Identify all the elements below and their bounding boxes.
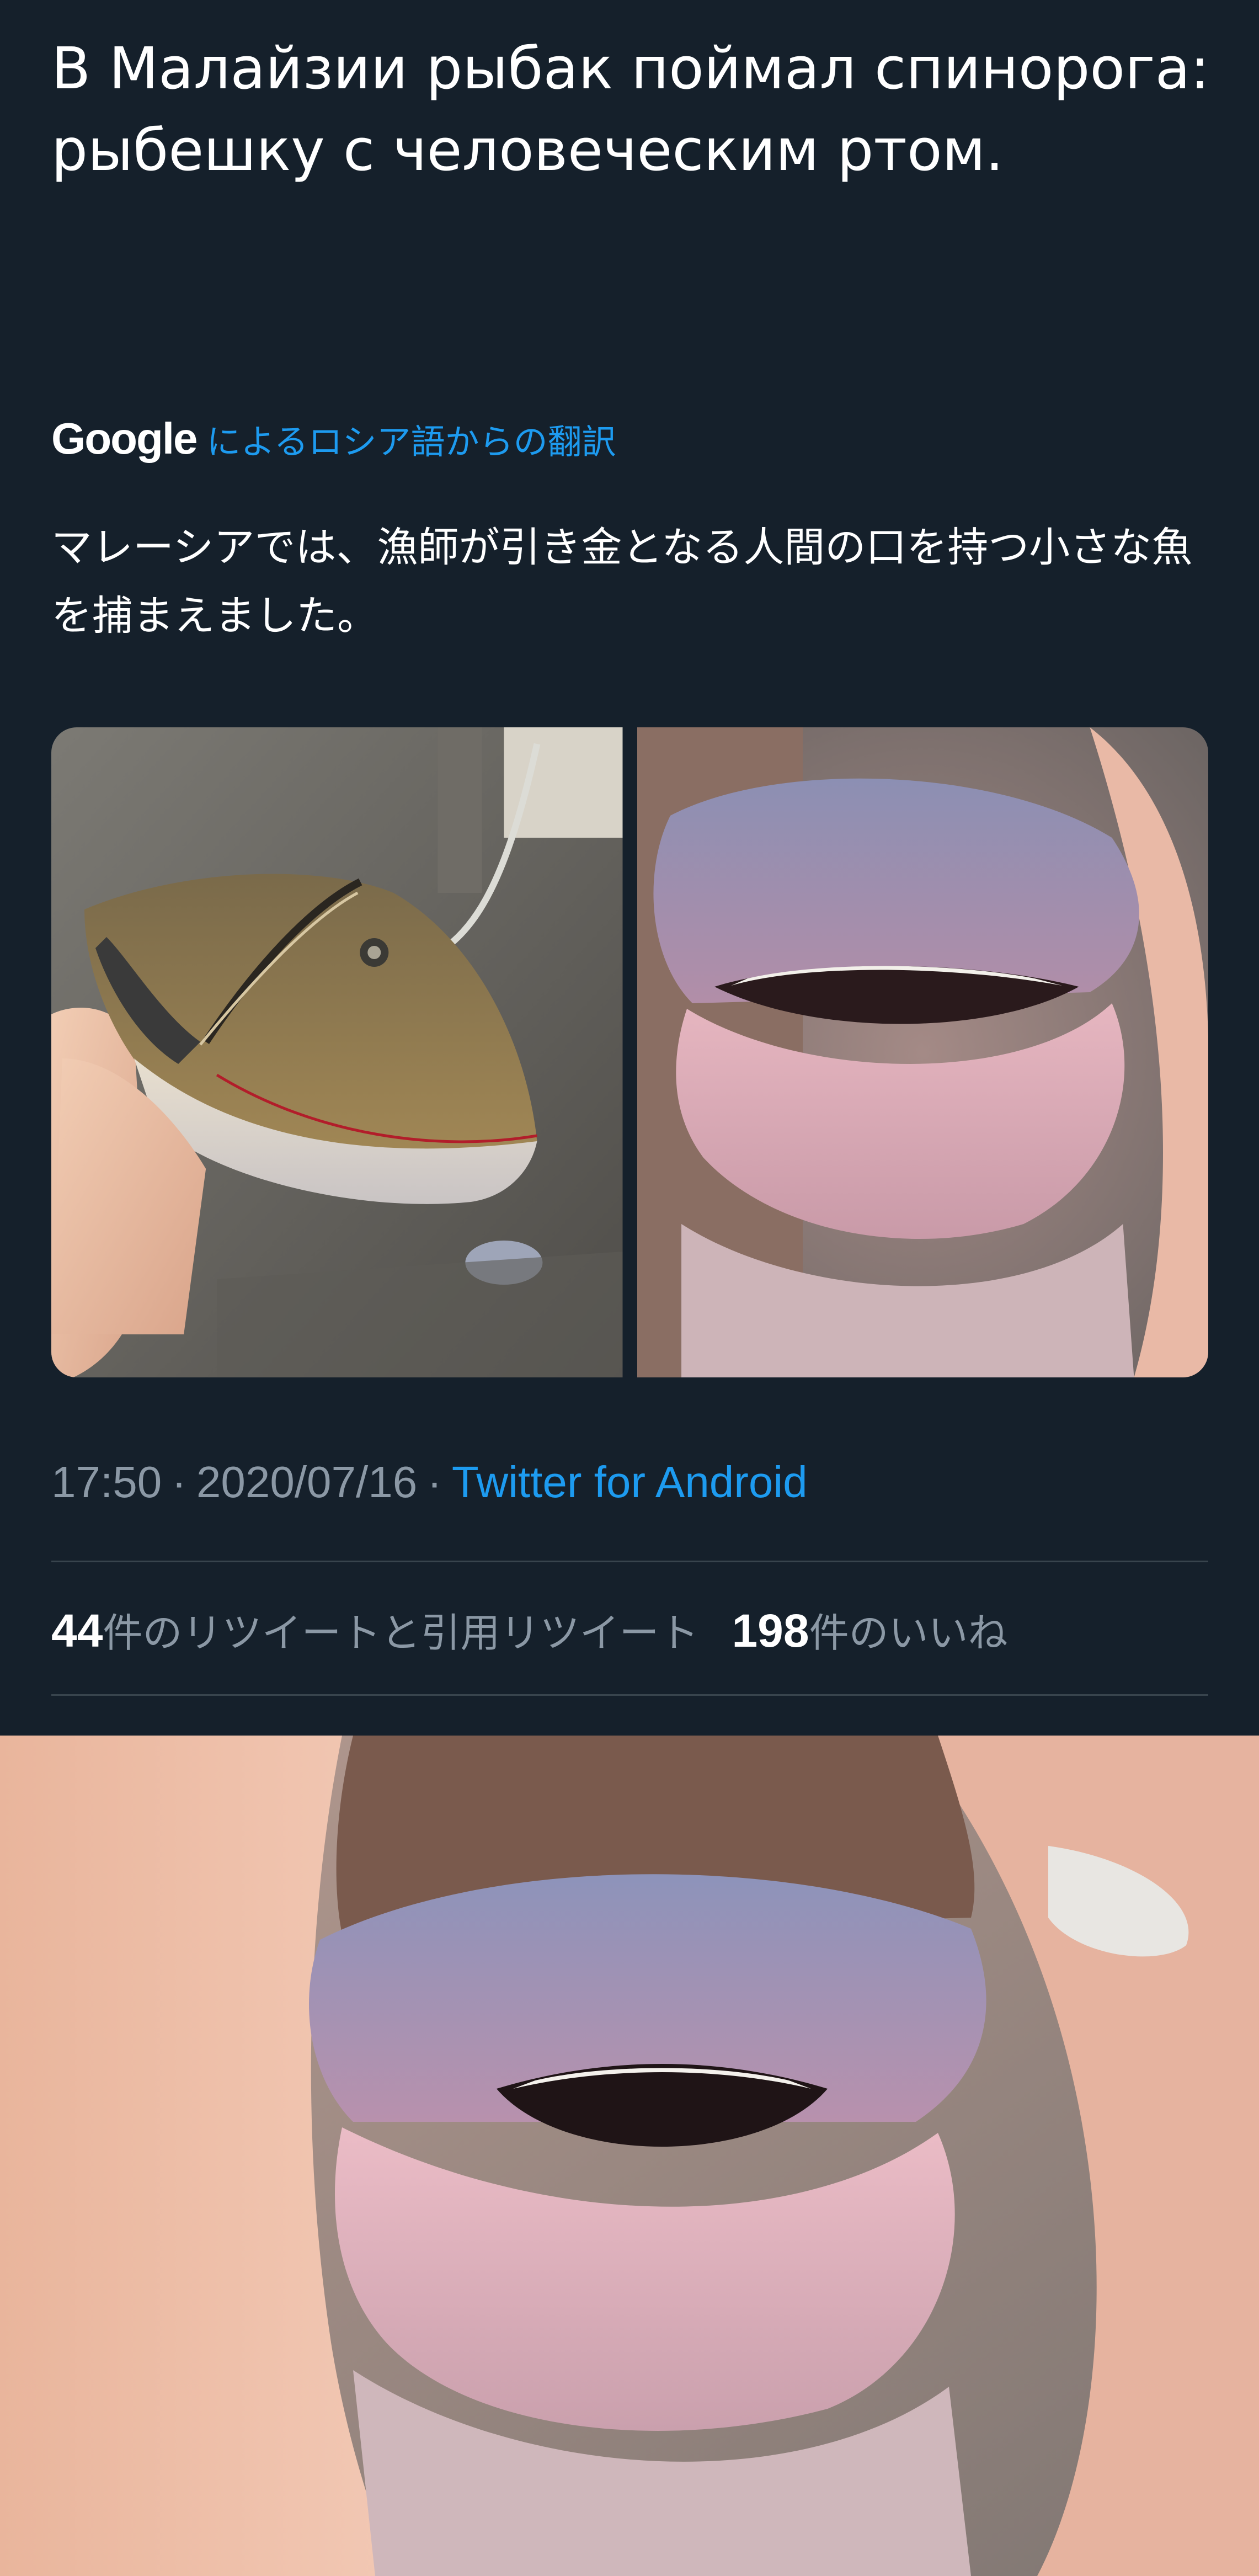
retweets-stat[interactable]: 44 件のリツイートと引用リツイート	[51, 1600, 698, 1658]
likes-stat[interactable]: 198 件のいいね	[732, 1600, 1007, 1658]
tweet-text: В Малайзии рыбак поймал спинорога: рыбеш…	[51, 35, 1210, 184]
tweet-meta: 17:50 · 2020/07/16 · Twitter for Android	[51, 1457, 808, 1508]
tweet-stats: 44 件のリツイートと引用リツイート 198 件のいいね	[51, 1600, 1041, 1658]
page: В Малайзии рыбак поймал спинорога: рыбеш…	[0, 0, 1259, 2576]
meta-separator: ·	[172, 1457, 186, 1507]
translation-attribution[interactable]: Google によるロシア語からの翻訳	[51, 406, 616, 472]
tweet-date[interactable]: 2020/07/16	[196, 1457, 417, 1508]
retweets-count: 44	[51, 1605, 103, 1657]
retweets-label: 件のリツイートと引用リツイート	[103, 1610, 699, 1656]
translated-text: マレーシアでは、漁師が引き金となる人間の口を持つ小さな魚を捕まえました。	[51, 524, 1193, 640]
divider	[51, 1694, 1208, 1696]
translation-link[interactable]: によるロシア語からの翻訳	[207, 414, 616, 464]
media-photo-lips[interactable]	[637, 727, 1208, 1377]
google-logo: Google	[51, 414, 198, 463]
lips-photo-image	[637, 727, 1208, 1377]
divider	[51, 1561, 1208, 1562]
media-grid	[51, 727, 1208, 1377]
likes-count: 198	[732, 1605, 809, 1657]
tweet-card[interactable]: В Малайзии рыбак поймал спинорога: рыбеш…	[0, 0, 1259, 1736]
meta-separator: ·	[427, 1457, 442, 1507]
tweet-time[interactable]: 17:50	[51, 1457, 162, 1508]
enlarged-lips-photo	[0, 1736, 1259, 2576]
fish-photo-image	[51, 727, 623, 1377]
media-photo-fish[interactable]	[51, 727, 623, 1377]
enlarged-lips-image	[0, 1736, 1259, 2576]
likes-label: 件のいいね	[809, 1610, 1008, 1656]
tweet-source-link[interactable]: Twitter for Android	[452, 1457, 808, 1508]
